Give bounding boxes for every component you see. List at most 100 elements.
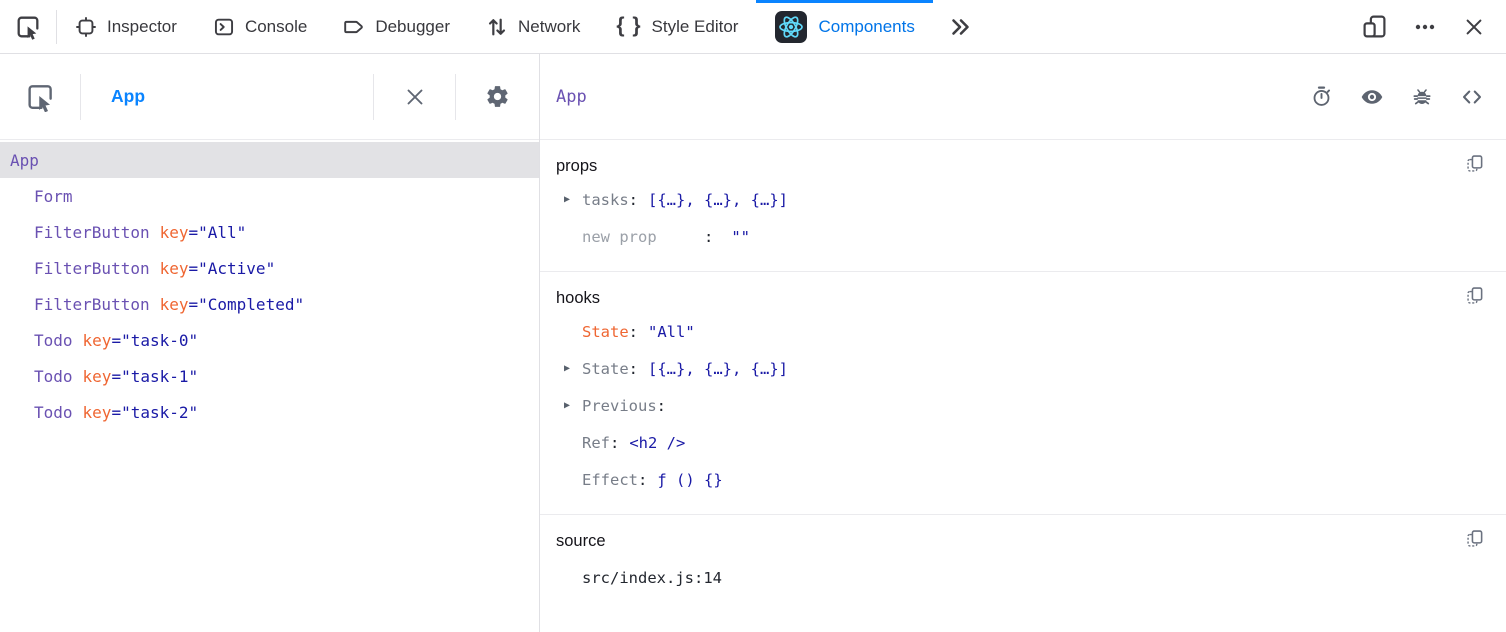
copy-icon [1465,153,1486,174]
key-attribute: key [83,403,112,422]
tab-console[interactable]: Console [195,0,325,53]
key-value: ="task-1" [111,367,198,386]
network-icon [486,16,508,38]
code-icon [1460,85,1484,109]
copy-icon [1465,285,1486,306]
hook-row-state-tasks: ▶ State: [{…}, {…}, {…}] [556,350,1486,387]
prop-row-tasks: ▶ tasks: [{…}, {…}, {…}] [556,181,1486,218]
component-name: FilterButton [34,223,150,242]
tree-row-filterbutton-completed[interactable]: FilterButton key ="Completed" [0,286,539,322]
hook-value[interactable]: [{…}, {…}, {…}] [648,360,788,378]
props-section: props ▶ tasks: [{…}, {…}, {…}] [540,140,1506,272]
tab-label: Inspector [107,17,177,37]
new-prop-name-input[interactable] [582,228,704,246]
pick-component-button[interactable] [0,54,80,139]
hooks-section: hooks State: "All" ▶ [540,272,1506,515]
pick-element-icon [15,14,41,40]
new-prop-row: : [556,218,1486,255]
prop-value[interactable]: [{…}, {…}, {…}] [648,191,788,209]
view-source-button[interactable] [1460,85,1484,109]
hook-row-ref: Ref: <h2 /> [556,424,1486,461]
component-name: FilterButton [34,259,150,278]
props-section-title: props [556,155,597,177]
prop-name: tasks [582,191,629,209]
suspend-component-button[interactable] [1310,85,1333,108]
console-icon [213,16,235,38]
tab-style-editor[interactable]: { } Style Editor [598,0,756,53]
stopwatch-icon [1310,85,1333,108]
close-icon [1463,16,1485,38]
pick-component-icon [25,82,55,112]
key-attribute: key [160,223,189,242]
responsive-design-mode-button[interactable] [1349,14,1400,39]
tabs-overflow-button[interactable] [933,0,987,53]
hook-row-previous: ▶ Previous: [556,387,1486,424]
copy-props-button[interactable] [1465,153,1486,174]
tree-row-todo-task-1[interactable]: Todo key ="task-1" [0,358,539,394]
tab-network[interactable]: Network [468,0,598,53]
key-value: ="task-0" [111,331,198,350]
hook-value[interactable]: <h2 /> [629,434,685,452]
key-attribute: key [83,331,112,350]
tab-label: Components [818,17,914,37]
toolbar-right-controls [1349,0,1506,53]
component-name: FilterButton [34,295,150,314]
expand-arrow-icon[interactable]: ▶ [564,363,582,374]
devtools-main: App App [0,54,1506,632]
clear-owners-button[interactable] [374,54,455,139]
tab-components[interactable]: Components [756,0,932,53]
tree-row-todo-task-0[interactable]: Todo key ="task-0" [0,322,539,358]
tab-label: Debugger [375,17,450,37]
copy-source-button[interactable] [1465,528,1486,549]
inspected-element-panel: App [540,54,1506,632]
tree-row-filterbutton-all[interactable]: FilterButton key ="All" [0,214,539,250]
inspect-dom-element-button[interactable] [1360,85,1384,109]
key-attribute: key [160,259,189,278]
expand-arrow-icon[interactable]: ▶ [564,400,582,411]
new-prop-value-input[interactable] [731,228,801,246]
inspected-component-title: App [556,87,587,107]
source-path[interactable]: src/index.js:14 [556,569,1486,587]
log-component-data-button[interactable] [1411,86,1433,108]
pick-element-button[interactable] [0,0,56,53]
tree-row-form[interactable]: Form [0,178,539,214]
copy-hooks-button[interactable] [1465,285,1486,306]
devtools-toolbar: Inspector Console Debugger [0,0,1506,54]
inspected-element-header: App [540,54,1506,140]
source-section: source src/index.js:14 [540,515,1506,632]
hook-value[interactable]: ƒ () {} [657,471,722,489]
expand-arrow-icon[interactable]: ▶ [564,194,582,205]
key-value: ="task-2" [111,403,198,422]
bug-icon [1411,86,1433,108]
tree-row-filterbutton-active[interactable]: FilterButton key ="Active" [0,250,539,286]
component-name: Todo [34,403,73,422]
tab-label: Network [518,17,580,37]
key-attribute: key [160,295,189,314]
tree-panel-header: App [0,54,539,140]
debugger-icon [343,16,365,38]
tab-label: Style Editor [652,17,739,37]
meatball-menu-button[interactable] [1400,15,1450,39]
components-tree-panel: App App [0,54,540,632]
react-logo-icon [774,10,808,44]
meatball-menu-icon [1413,15,1437,39]
hook-name: State [582,360,629,378]
component-name: Todo [34,367,73,386]
clear-x-icon [403,85,427,109]
tree-row-app[interactable]: App [0,142,539,178]
hook-value[interactable]: "All" [648,323,695,341]
component-name: App [10,151,39,170]
devtools-window: Inspector Console Debugger [0,0,1506,632]
double-chevron-icon [948,15,972,39]
key-value: ="Completed" [189,295,305,314]
copy-icon [1465,528,1486,549]
tab-debugger[interactable]: Debugger [325,0,468,53]
key-attribute: key [83,367,112,386]
component-tree: App Form FilterButton key ="All" FilterB… [0,140,539,430]
tree-row-todo-task-2[interactable]: Todo key ="task-2" [0,394,539,430]
close-devtools-button[interactable] [1450,16,1498,38]
hook-name: State [582,323,629,341]
settings-button[interactable] [456,54,539,139]
owners-stack-app-button[interactable]: App [111,86,145,107]
tab-inspector[interactable]: Inspector [57,0,195,53]
